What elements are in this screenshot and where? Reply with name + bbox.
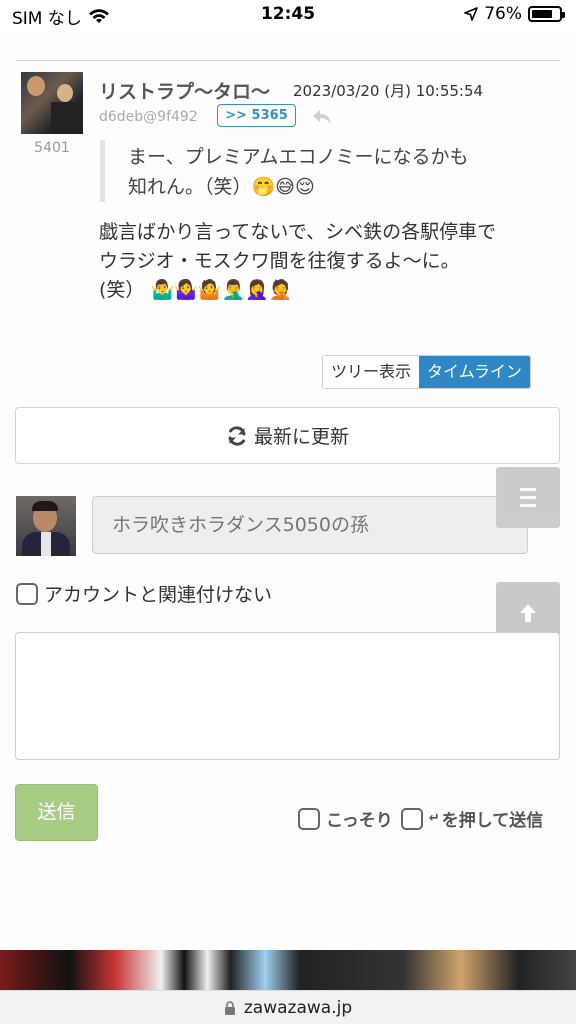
enter-send-label: を押して送信 — [441, 811, 544, 831]
reply-reference-link[interactable]: >> 5365 — [217, 104, 296, 127]
lock-icon — [224, 1000, 235, 1015]
ad-banner[interactable] — [0, 950, 576, 992]
refresh-label: 最新に更新 — [253, 426, 349, 448]
anon-checkbox[interactable] — [16, 582, 38, 605]
tree-view-button[interactable]: ツリー表示 — [323, 356, 420, 388]
body-line: ウラジオ・モスクワ間を往復するよ〜に。 — [99, 250, 460, 272]
post-user-id: d6deb@9f492 — [99, 109, 198, 125]
url-text: zawazawa.jp — [243, 997, 353, 1018]
comment-textarea[interactable] — [15, 632, 560, 760]
menu-icon-bar — [520, 504, 536, 507]
body-line: 戯言ばかり言ってないで、シベ鉄の各駅停車で — [99, 221, 497, 243]
send-button[interactable]: 送信 — [15, 784, 98, 841]
refresh-icon — [228, 425, 246, 446]
name-input[interactable] — [92, 496, 528, 554]
enter-send-checkbox[interactable] — [400, 807, 423, 830]
arrow-up-icon — [520, 603, 536, 622]
status-right: 76% — [464, 4, 565, 24]
quote-line: 知れん。（笑）🤭😅😌 — [128, 172, 548, 202]
reply-icon[interactable] — [312, 108, 332, 126]
status-bar: SIM なし 12:45 76% — [0, 0, 576, 32]
post-body: 戯言ばかり言ってないで、シベ鉄の各駅停車で ウラジオ・モスクワ間を往復するよ〜に… — [99, 218, 559, 305]
body-line: (笑） 🤷‍♂️🤷‍♀️🤷🤦‍♂️🤦‍♀️🤦 — [99, 276, 559, 305]
post-date: 2023/03/20 (月) 10:55:54 — [293, 82, 484, 100]
quoted-text: まー、プレミアムエコノミーになるかも 知れん。（笑）🤭😅😌 — [128, 142, 548, 202]
menu-icon-bar — [520, 488, 536, 491]
body-line-text: (笑） — [99, 279, 145, 301]
timeline-view-button[interactable]: タイムライン — [419, 356, 530, 388]
battery-percent: 76% — [484, 4, 522, 24]
enter-key-icon: ↵ — [428, 811, 440, 826]
quote-emoji: 🤭😅😌 — [251, 176, 315, 198]
battery-level — [532, 10, 552, 18]
secret-checkbox[interactable] — [298, 807, 320, 830]
post-number: 5401 — [34, 140, 70, 156]
post-author[interactable]: リストラプ〜タロ〜 — [99, 77, 270, 104]
view-toggle: ツリー表示 タイムライン — [322, 355, 531, 389]
quote-bar — [100, 140, 105, 202]
send-options: こっそり ↵ を押して送信 — [298, 806, 543, 831]
location-arrow-icon — [464, 7, 479, 21]
body-emoji: 🤷‍♂️🤷‍♀️🤷🤦‍♂️🤦‍♀️🤦 — [150, 279, 293, 301]
quote-line-text: 知れん。（笑） — [128, 176, 252, 198]
secret-label: こっそり — [326, 811, 393, 831]
post-avatar[interactable] — [21, 72, 83, 134]
anon-option[interactable]: アカウントと関連付けない — [16, 580, 272, 607]
menu-button[interactable] — [496, 467, 560, 528]
browser-url-bar[interactable]: zawazawa.jp — [0, 990, 576, 1024]
user-avatar — [16, 496, 76, 556]
quote-line: まー、プレミアムエコノミーになるかも — [128, 146, 469, 168]
divider — [16, 60, 560, 61]
anon-label: アカウントと関連付けない — [44, 584, 273, 606]
battery-icon — [528, 6, 565, 22]
menu-icon-bar — [520, 496, 536, 499]
refresh-button[interactable]: 最新に更新 — [15, 407, 560, 464]
